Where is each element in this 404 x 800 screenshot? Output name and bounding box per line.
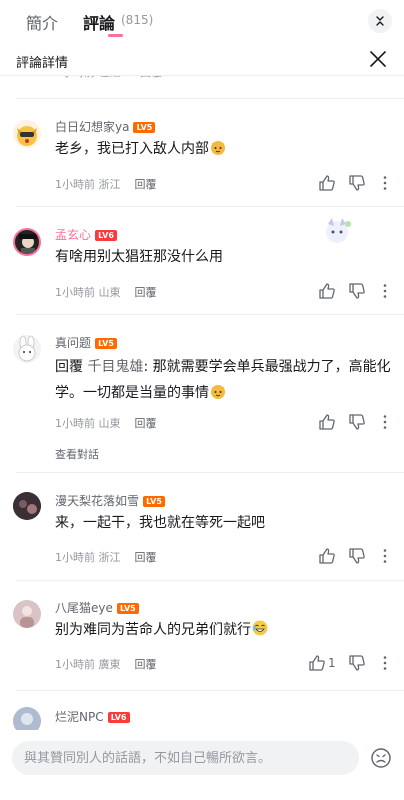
decoration-sticker-icon [326, 218, 351, 243]
reply-button[interactable]: 回覆 [135, 417, 157, 430]
avatar-image [19, 234, 37, 254]
emoji-icon[interactable] [370, 747, 392, 769]
username[interactable]: 烂泥NPC LV6 [55, 708, 130, 725]
divider [16, 580, 404, 581]
thumb-down-icon[interactable] [348, 413, 366, 431]
more-icon[interactable] [376, 654, 394, 672]
divider [16, 314, 404, 315]
divider [16, 206, 404, 207]
more-icon[interactable] [376, 282, 394, 300]
username[interactable]: 真问题 LV5 [55, 334, 118, 351]
comment-meta: 1小時前 浙江 回覆 [55, 551, 157, 564]
tab-active-indicator [108, 34, 123, 37]
comment-composer [0, 730, 404, 800]
comment-text: 回覆 千目鬼雄: 那就需要学会单兵最强战力了，高能化学。一切都是当量的事情 [55, 359, 391, 401]
username[interactable]: 漫天梨花落如雪 LV5 [55, 492, 166, 509]
level-badge: LV5 [143, 496, 166, 507]
level-badge: LV5 [116, 603, 139, 614]
level-badge: LV6 [107, 712, 130, 723]
close-icon[interactable] [369, 50, 387, 68]
tab-intro[interactable]: 簡介 [26, 10, 58, 34]
level-badge: LV6 [95, 230, 118, 241]
avatar-cat-image [17, 126, 37, 146]
thumb-up-icon[interactable] [318, 547, 336, 565]
tab-comments[interactable]: 評論 [83, 10, 115, 34]
avatar-image [13, 492, 41, 520]
detail-title: 評論詳情 [16, 56, 69, 71]
view-conversation-link[interactable]: 查看對話 [55, 446, 99, 462]
thumb-down-icon[interactable] [348, 174, 366, 192]
thumb-up-icon[interactable] [318, 413, 336, 431]
laughing-emoji-icon [252, 620, 268, 636]
comment-meta: 1小時前 廣東 回覆 [55, 658, 157, 671]
collapse-button[interactable] [368, 9, 392, 33]
reply-to-user[interactable]: 千目鬼雄 [87, 359, 143, 375]
cat-emoji-icon [211, 385, 225, 399]
comment-detail-header: 評論詳情 [0, 42, 404, 76]
thumb-down-icon[interactable] [348, 282, 366, 300]
thumb-down-icon[interactable] [348, 547, 366, 565]
avatar[interactable] [13, 492, 41, 520]
more-icon[interactable] [376, 547, 394, 565]
reply-button[interactable]: 回覆 [135, 551, 157, 564]
level-badge: LV5 [133, 122, 156, 133]
thumb-up-icon[interactable] [308, 654, 326, 672]
avatar-image [13, 600, 41, 628]
like-count: 1 [328, 656, 336, 670]
comment-text: 有啥用别太猖狂那没什么用 [55, 249, 223, 265]
comment-meta: 1小時前 山東 回覆 [55, 417, 157, 430]
divider [16, 98, 404, 99]
more-icon[interactable] [376, 174, 394, 192]
comment-text: 来，一起干，我也就在等死一起吧 [55, 515, 265, 531]
comment-input[interactable] [24, 741, 354, 775]
thumb-up-icon[interactable] [318, 174, 336, 192]
chevron-collapse-icon [376, 16, 384, 26]
avatar[interactable] [13, 120, 41, 148]
more-icon[interactable] [376, 413, 394, 431]
thumb-down-icon[interactable] [348, 654, 366, 672]
reply-button[interactable]: 回覆 [135, 178, 157, 191]
reply-button[interactable]: 回覆 [135, 286, 157, 299]
comment-text: 老乡，我已打入敌人内部 [55, 136, 391, 162]
avatar-rabbit-image [18, 335, 36, 362]
comment-input-box[interactable] [12, 741, 359, 775]
thumb-up-icon[interactable] [318, 282, 336, 300]
avatar[interactable] [13, 600, 41, 628]
level-badge: LV5 [95, 338, 118, 349]
comment-text: 别为难同为苦命人的兄弟们就行 [55, 617, 391, 643]
reply-button[interactable]: 回覆 [135, 658, 157, 671]
avatar[interactable] [13, 335, 41, 363]
divider [16, 690, 404, 691]
comment-meta: 1小時前 浙江 回覆 [55, 178, 157, 191]
divider [16, 472, 404, 473]
avatar[interactable] [13, 228, 41, 256]
username[interactable]: 孟玄心 LV6 [55, 226, 118, 243]
cat-emoji-icon [211, 141, 225, 155]
comment-count: (815) [121, 13, 154, 27]
username[interactable]: 白日幻想家ya LV5 [55, 118, 156, 135]
tab-bar: 簡介 評論 (815) [0, 0, 404, 40]
username[interactable]: 八尾猫eye LV5 [55, 599, 139, 616]
comment-meta: 1小時前 山東 回覆 [55, 286, 157, 299]
